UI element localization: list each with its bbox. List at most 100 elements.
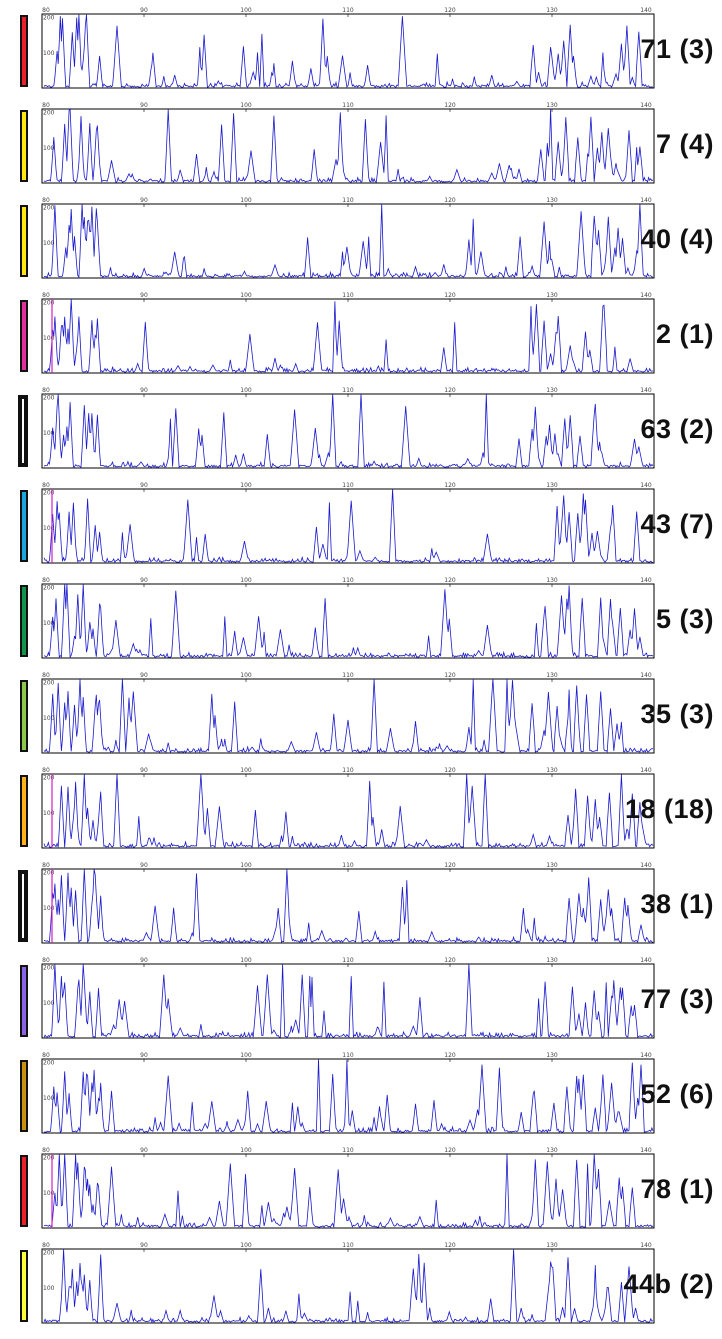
x-tick-label: 120	[444, 387, 456, 394]
plot-frame	[41, 13, 655, 89]
panel-9: 80 90 100 110 120 130 140 100 200 18 (18)	[0, 764, 722, 859]
trace-plot: 80 90 100 110 120 130 140100200	[41, 577, 655, 659]
y-tick-label: 200	[43, 965, 55, 972]
x-tick-label: 110	[342, 292, 354, 299]
y-tick-label: 200	[43, 490, 55, 497]
plot-frame	[41, 678, 655, 754]
x-tick-label: 90	[140, 1052, 148, 1059]
x-tick-label: 140	[640, 862, 652, 869]
x-tick-label: 90	[140, 767, 148, 774]
panel-color-bar	[20, 490, 28, 562]
x-tick-label: 80	[42, 767, 50, 774]
trace-plot: 80 90 100 110 120 130 140100200	[41, 672, 655, 754]
x-tick-label: 140	[640, 957, 652, 964]
panel-color-bar	[20, 205, 28, 277]
x-tick-label: 140	[640, 1242, 652, 1249]
x-tick-label: 130	[546, 862, 558, 869]
panel-label: 18 (18)	[624, 794, 714, 824]
trace-plot: 80 90 100 110 120 130 140100200	[41, 197, 655, 279]
x-tick-label: 130	[546, 1052, 558, 1059]
x-tick-label: 140	[640, 292, 652, 299]
x-tick-label: 80	[42, 387, 50, 394]
panel-6: 80 90 100 110 120 130 140 100 200 43 (7)	[0, 479, 722, 574]
x-tick-label: 100	[240, 1242, 252, 1249]
x-tick-label: 130	[546, 767, 558, 774]
trace-plot: 80 90 100 110 120 130 140100200	[41, 1147, 655, 1229]
x-tick-label: 140	[640, 387, 652, 394]
x-tick-label: 90	[140, 1242, 148, 1249]
panel-label: 35 (3)	[640, 699, 714, 729]
panel-label: 71 (3)	[640, 34, 714, 64]
plot-frame	[41, 773, 655, 849]
panel-label: 7 (4)	[655, 129, 714, 159]
y-tick-label: 200	[43, 1155, 55, 1162]
x-tick-label: 90	[140, 292, 148, 299]
plot-frame	[41, 583, 655, 659]
x-tick-label: 120	[444, 1052, 456, 1059]
x-tick-label: 120	[444, 102, 456, 109]
panel-12: 80 90 100 110 120 130 140 100 200 52 (6)	[0, 1049, 722, 1144]
x-tick-label: 120	[444, 482, 456, 489]
trace-plot: 80 90 100 110 120 130 140100200	[41, 957, 655, 1039]
x-tick-label: 90	[140, 482, 148, 489]
x-tick-label: 130	[546, 482, 558, 489]
trace-plot: 80 90 100 110 120 130 140100200	[41, 1052, 655, 1134]
y-tick-label: 200	[43, 585, 55, 592]
x-tick-label: 100	[240, 1052, 252, 1059]
x-tick-label: 130	[546, 102, 558, 109]
panel-label: 44b (2)	[623, 1269, 714, 1299]
x-tick-label: 80	[42, 577, 50, 584]
panel-color-bar	[20, 775, 28, 847]
x-tick-label: 90	[140, 577, 148, 584]
x-tick-label: 110	[342, 862, 354, 869]
x-tick-label: 100	[240, 862, 252, 869]
panel-color-bar	[18, 870, 28, 942]
x-tick-label: 80	[42, 1052, 50, 1059]
panel-label: 63 (2)	[640, 414, 714, 444]
x-tick-label: 80	[42, 482, 50, 489]
plot-frame	[41, 1248, 655, 1324]
x-tick-label: 120	[444, 577, 456, 584]
panel-8: 80 90 100 110 120 130 140 100 200 35 (3)	[0, 669, 722, 764]
x-tick-label: 100	[240, 1147, 252, 1154]
x-tick-label: 130	[546, 672, 558, 679]
panel-color-bar	[20, 965, 28, 1037]
panel-color-bar	[20, 110, 28, 182]
trace-plot: 80 90 100 110 120 130 140100200	[41, 387, 655, 469]
y-tick-label: 200	[43, 870, 55, 877]
x-tick-label: 90	[140, 862, 148, 869]
x-tick-label: 110	[342, 482, 354, 489]
plot-frame	[41, 203, 655, 279]
x-tick-label: 80	[42, 1147, 50, 1154]
x-tick-label: 130	[546, 197, 558, 204]
y-tick-label: 100	[43, 1190, 55, 1197]
y-tick-label: 200	[43, 110, 55, 117]
x-tick-label: 110	[342, 197, 354, 204]
panel-label: 40 (4)	[640, 224, 714, 254]
y-tick-label: 200	[43, 15, 55, 22]
plot-frame	[41, 963, 655, 1039]
x-tick-label: 80	[42, 862, 50, 869]
panel-label: 2 (1)	[655, 319, 714, 349]
x-tick-label: 100	[240, 102, 252, 109]
x-tick-label: 140	[640, 1147, 652, 1154]
panel-color-bar	[20, 1060, 28, 1132]
x-tick-label: 110	[342, 1052, 354, 1059]
x-tick-label: 110	[342, 387, 354, 394]
x-tick-label: 90	[140, 7, 148, 14]
panel-1: 80 90 100 110 120 130 140 100 200 71 (3)	[0, 4, 722, 99]
x-tick-label: 120	[444, 7, 456, 14]
x-tick-label: 100	[240, 292, 252, 299]
electropherogram-stack: 80 90 100 110 120 130 140 100 200 71 (3) 80 90 100 11…	[0, 0, 722, 1339]
x-tick-label: 130	[546, 577, 558, 584]
trace-plot: 80 90 100 110 120 130 140100200	[41, 7, 655, 89]
trace-plot: 80 90 100 110 120 130 140100200	[41, 1242, 655, 1324]
x-tick-label: 120	[444, 1242, 456, 1249]
x-tick-label: 110	[342, 672, 354, 679]
x-tick-label: 130	[546, 7, 558, 14]
x-tick-label: 100	[240, 767, 252, 774]
plot-frame	[41, 868, 655, 944]
y-tick-label: 200	[43, 300, 55, 307]
x-tick-label: 110	[342, 767, 354, 774]
panel-color-bar	[20, 585, 28, 657]
